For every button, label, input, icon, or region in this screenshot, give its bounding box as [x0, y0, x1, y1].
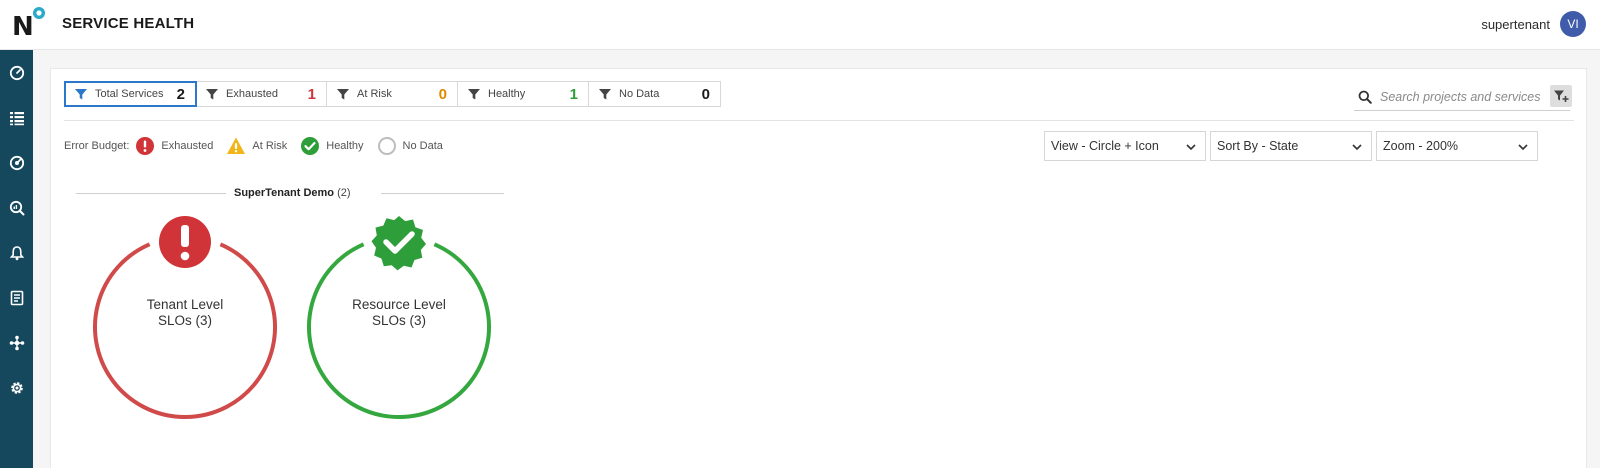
dashboard-gauge-icon: [9, 65, 24, 81]
service-circle-resource-level[interactable]: Resource Level SLOs (3): [304, 197, 494, 427]
filter-label: No Data: [619, 88, 660, 100]
filter-label: Exhausted: [226, 88, 278, 100]
reports-document-icon: [10, 290, 23, 306]
sidebar-item-slos[interactable]: [0, 143, 33, 183]
filter-count: 0: [701, 85, 710, 103]
service-name-line2: SLOs (3): [157, 313, 212, 328]
empty-circle-icon: [377, 137, 396, 155]
user-name: supertenant: [1481, 16, 1550, 32]
settings-gear-icon: [10, 382, 23, 394]
legend-label: Exhausted: [161, 140, 214, 152]
service-label: Tenant Level SLOs (3): [90, 297, 280, 329]
view-dropdown-value: View - Circle + Icon: [1051, 139, 1159, 153]
user-menu[interactable]: supertenant VI: [1481, 11, 1586, 37]
filter-label: Healthy: [488, 88, 526, 100]
search-input[interactable]: [1380, 89, 1550, 104]
group-divider-left: [76, 193, 226, 194]
filter-no-data[interactable]: No Data 0: [589, 82, 720, 106]
legend-item-exhausted: Exhausted: [135, 136, 213, 156]
chevron-down-icon: [1518, 144, 1528, 151]
chevron-down-icon: [1352, 144, 1362, 151]
service-circle-tenant-level[interactable]: Tenant Level SLOs (3): [90, 197, 280, 427]
legend-label: At Risk: [252, 140, 288, 152]
app-logo[interactable]: N: [10, 6, 50, 42]
group-divider-right: [381, 193, 504, 194]
legend-title: Error Budget:: [64, 140, 130, 152]
slo-target-icon: [9, 155, 24, 171]
service-list-icon: [9, 112, 24, 126]
main-content: Total Services 2 Exhausted 1 At Risk 0 H…: [33, 50, 1600, 468]
sidebar-item-reports[interactable]: [0, 278, 33, 318]
filter-count: 0: [438, 85, 447, 103]
sidebar: [0, 50, 33, 468]
analytics-search-icon: [9, 200, 24, 216]
filter-count: 1: [569, 85, 578, 103]
exclamation-circle-icon: [136, 137, 155, 155]
sort-dropdown[interactable]: Sort By - State: [1210, 131, 1372, 161]
filter-funnel-icon: [468, 89, 480, 100]
filter-funnel-icon: [599, 89, 611, 100]
filter-healthy[interactable]: Healthy 1: [458, 82, 589, 106]
zoom-dropdown[interactable]: Zoom - 200%: [1376, 131, 1538, 161]
filter-count: 2: [176, 85, 185, 103]
search-icon: [1358, 90, 1372, 104]
search-box: [1354, 83, 1572, 111]
chevron-down-icon: [1186, 144, 1196, 151]
add-filter-button[interactable]: [1550, 85, 1572, 107]
service-name-line1: Resource Level: [352, 297, 446, 312]
state-filter-tabs: Total Services 2 Exhausted 1 At Risk 0 H…: [64, 81, 721, 107]
legend-item-no-data: No Data: [377, 136, 443, 156]
logo-pin-icon: [33, 7, 45, 19]
legend-label: Healthy: [326, 140, 364, 152]
legend-item-at-risk: At Risk: [226, 136, 287, 156]
service-health-panel: Total Services 2 Exhausted 1 At Risk 0 H…: [50, 68, 1587, 468]
page-title: SERVICE HEALTH: [62, 15, 195, 32]
service-name-line2: SLOs (3): [371, 313, 426, 328]
sidebar-item-dashboard[interactable]: [0, 53, 33, 93]
filter-add-icon: [1554, 90, 1569, 102]
sidebar-item-alerts[interactable]: [0, 233, 33, 273]
legend-item-healthy: Healthy: [300, 136, 364, 156]
view-dropdown[interactable]: View - Circle + Icon: [1044, 131, 1206, 161]
check-badge-icon: [371, 216, 426, 271]
warning-triangle-icon: [227, 137, 246, 154]
service-name-line1: Tenant Level: [146, 297, 224, 312]
filter-exhausted[interactable]: Exhausted 1: [196, 82, 327, 106]
legend-label: No Data: [402, 140, 443, 152]
toolbar-divider: [64, 120, 1574, 121]
zoom-dropdown-value: Zoom - 200%: [1383, 139, 1459, 153]
alerts-bell-icon: [9, 246, 24, 261]
filter-label: At Risk: [357, 88, 392, 100]
sidebar-item-integrations[interactable]: [0, 323, 33, 363]
filter-at-risk[interactable]: At Risk 0: [327, 82, 458, 106]
check-badge-icon: [301, 137, 320, 155]
filter-funnel-icon: [206, 89, 218, 100]
sidebar-item-settings[interactable]: [0, 368, 33, 408]
filter-total-services[interactable]: Total Services 2: [64, 81, 197, 107]
filter-funnel-icon: [337, 89, 349, 100]
avatar[interactable]: VI: [1560, 11, 1586, 37]
service-label: Resource Level SLOs (3): [304, 297, 494, 329]
filter-label: Total Services: [95, 88, 164, 100]
sort-dropdown-value: Sort By - State: [1217, 139, 1299, 153]
error-budget-legend: Error Budget: Exhausted At Risk Healthy …: [64, 135, 456, 157]
sidebar-item-services[interactable]: [0, 98, 33, 138]
top-bar: N SERVICE HEALTH supertenant VI: [0, 0, 1600, 50]
filter-count: 1: [307, 85, 316, 103]
sidebar-item-analytics[interactable]: [0, 188, 33, 228]
integrations-icon: [9, 335, 24, 351]
filter-funnel-icon: [75, 89, 87, 100]
